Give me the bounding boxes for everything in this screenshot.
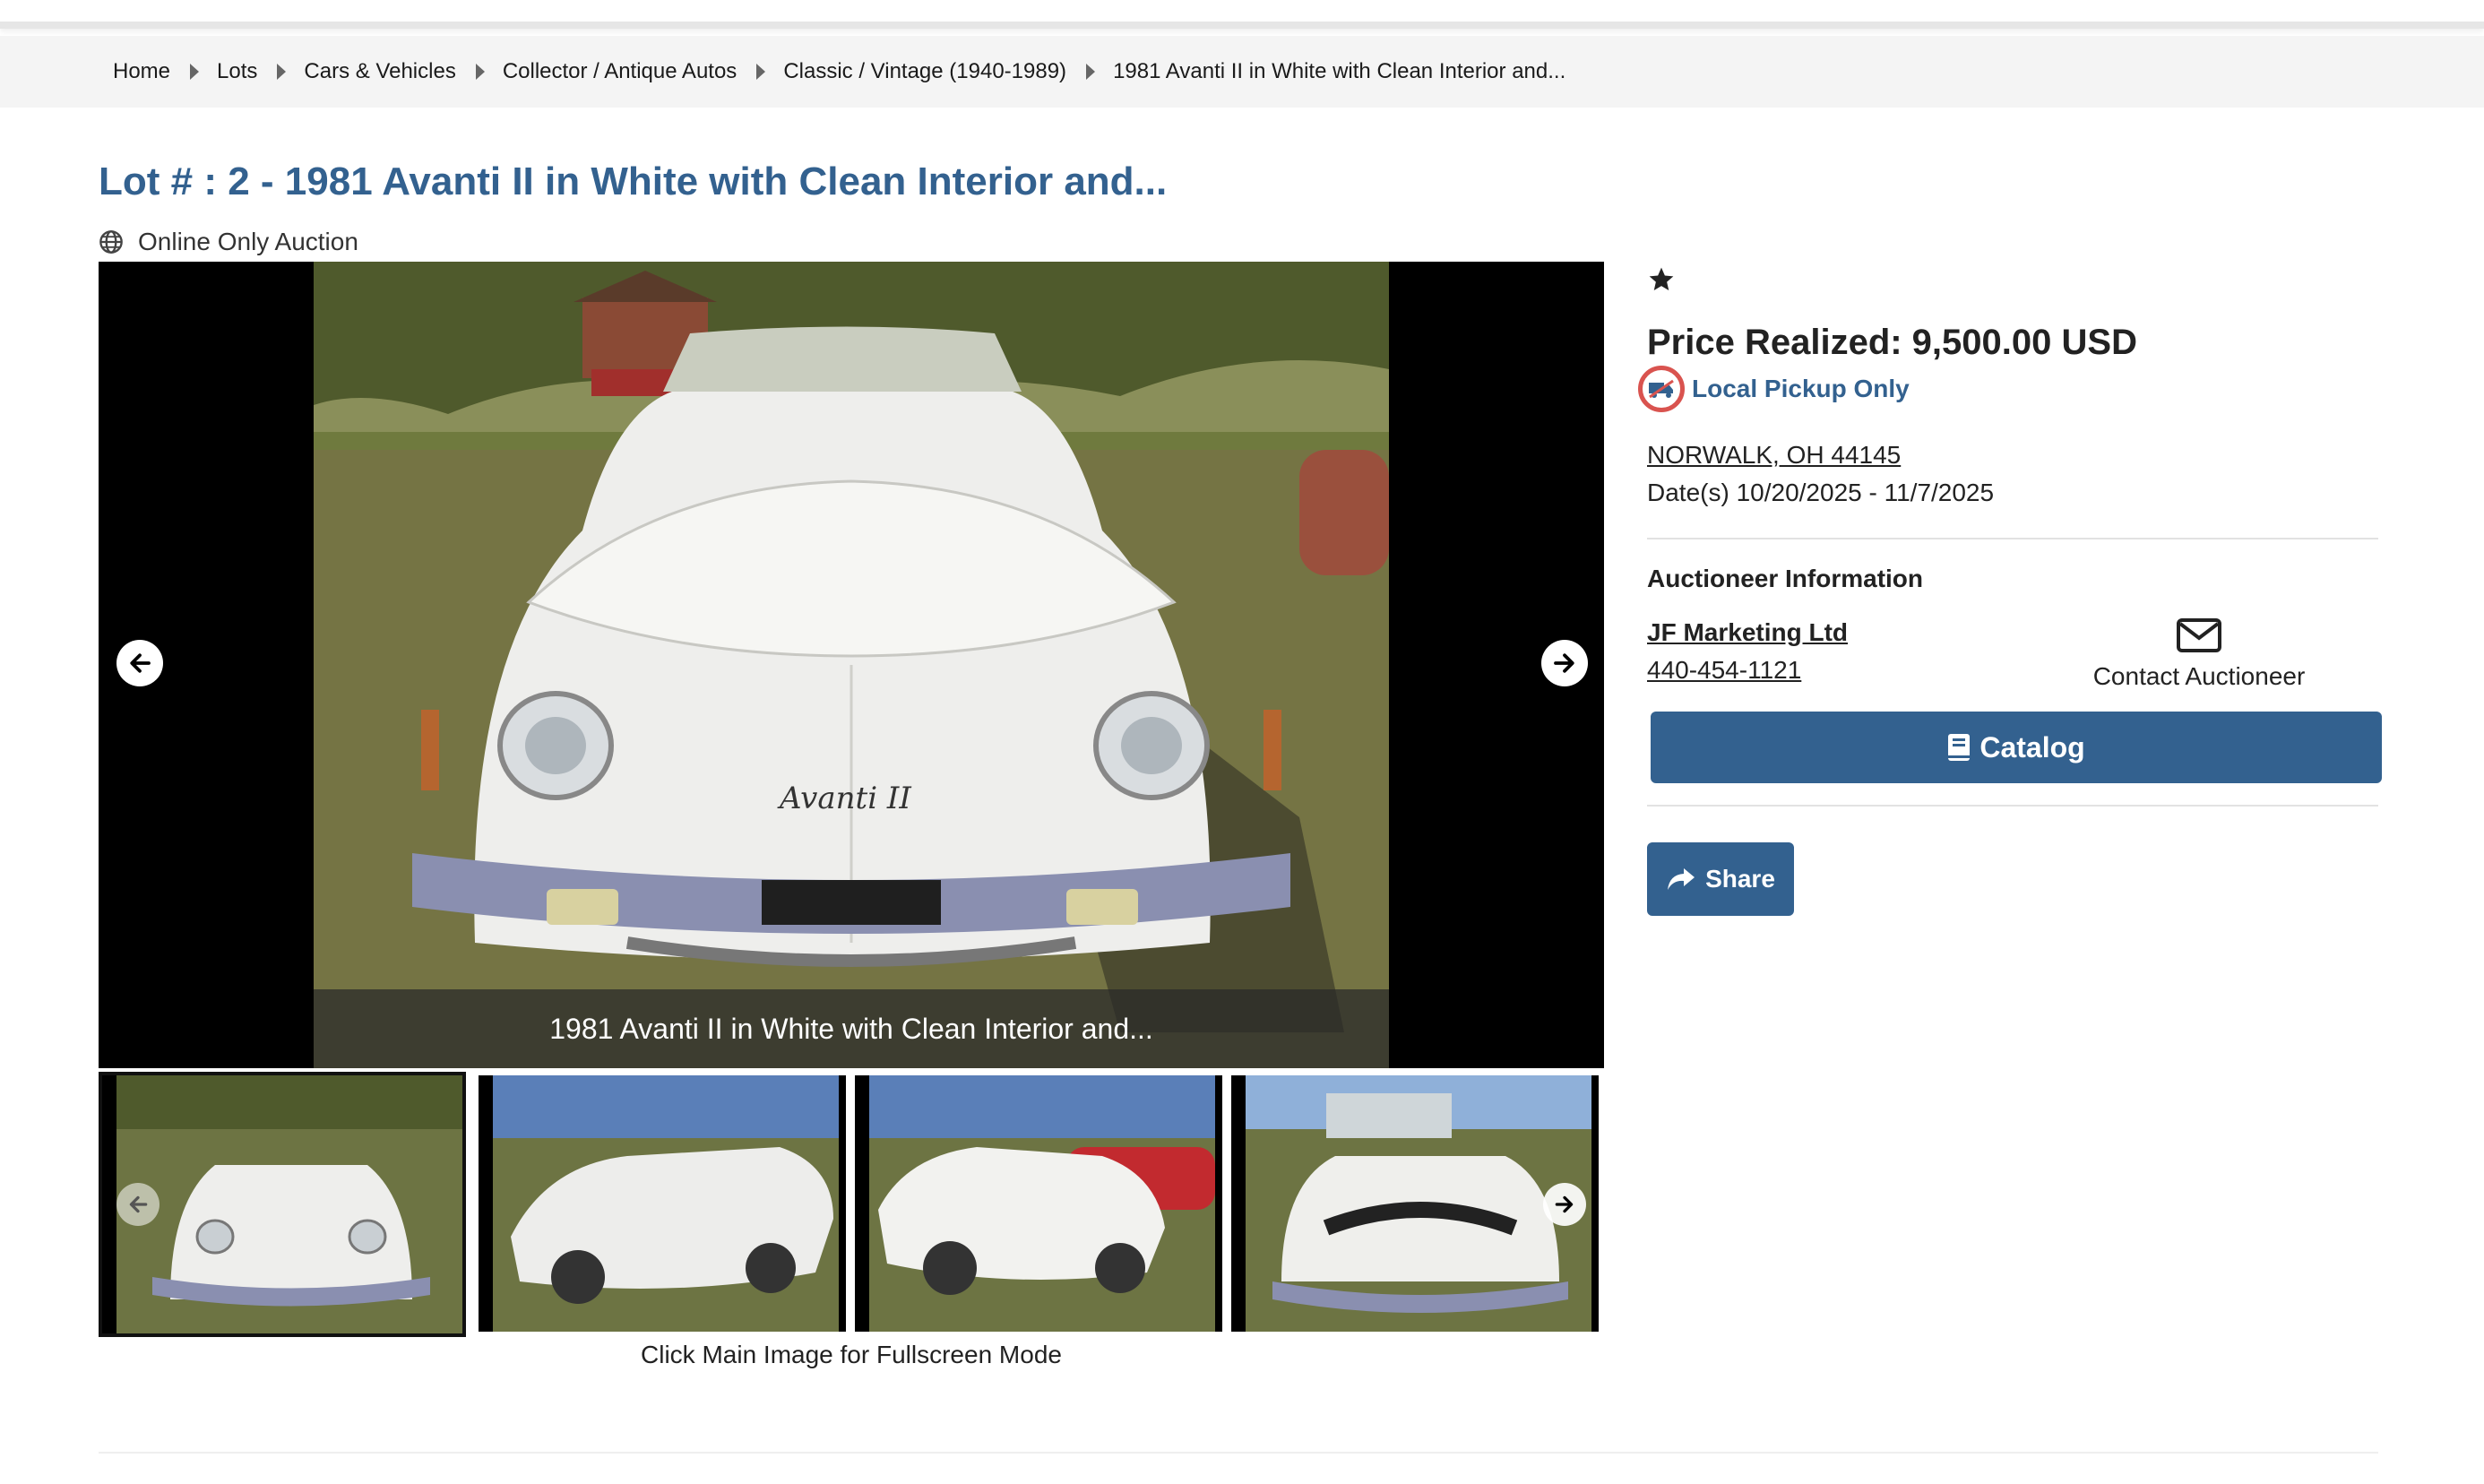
- auction-type: Online Only Auction: [99, 228, 358, 256]
- pickup-notice: Local Pickup Only: [1638, 366, 1910, 412]
- envelope-icon: [2177, 618, 2221, 652]
- thumbnail-prev-button[interactable]: [116, 1183, 160, 1226]
- divider: [1647, 805, 2378, 807]
- thumbnail-3[interactable]: [855, 1075, 1222, 1332]
- breadcrumb-cars-vehicles[interactable]: Cars & Vehicles: [304, 59, 455, 84]
- arrow-right-icon: [1554, 653, 1574, 673]
- globe-icon: [99, 230, 123, 254]
- fullscreen-hint: Click Main Image for Fullscreen Mode: [641, 1341, 1062, 1368]
- chevron-right-icon: [277, 64, 287, 80]
- share-icon: [1668, 868, 1695, 890]
- catalog-button[interactable]: Catalog: [1651, 712, 2382, 783]
- breadcrumb-collector-antique[interactable]: Collector / Antique Autos: [503, 59, 737, 84]
- contact-label: Contact Auctioneer: [2092, 662, 2306, 690]
- main-image-viewer[interactable]: Avanti II 1981 Avanti II in White with C…: [99, 262, 1604, 1068]
- auction-type-label: Online Only Auction: [138, 228, 358, 255]
- thumbnail-strip: [99, 1072, 1604, 1337]
- catalog-label: Catalog: [1979, 730, 2085, 764]
- book-icon: [1948, 734, 1971, 761]
- pickup-label[interactable]: Local Pickup Only: [1692, 375, 1910, 403]
- divider: [1647, 538, 2378, 539]
- contact-auctioneer-button[interactable]: Contact Auctioneer: [2065, 618, 2333, 691]
- divider: [99, 1452, 2378, 1454]
- chevron-right-icon: [475, 64, 485, 80]
- prev-image-button[interactable]: [116, 640, 163, 686]
- next-image-button[interactable]: [1541, 640, 1588, 686]
- breadcrumb-classic-vintage[interactable]: Classic / Vintage (1940-1989): [783, 59, 1066, 84]
- auction-dates: Date(s) 10/20/2025 - 11/7/2025: [1647, 479, 1995, 506]
- auctioneer-phone-link[interactable]: 440-454-1121: [1647, 656, 1801, 685]
- price-realized: Price Realized: 9,500.00 USD: [1647, 323, 2137, 362]
- svg-text:Avanti II: Avanti II: [777, 781, 911, 816]
- breadcrumb-home[interactable]: Home: [113, 59, 170, 84]
- arrow-left-icon: [130, 653, 151, 673]
- arrow-right-icon: [1555, 1195, 1574, 1213]
- breadcrumb-current: 1981 Avanti II in White with Clean Inter…: [1113, 59, 1566, 83]
- share-button[interactable]: Share: [1647, 842, 1794, 916]
- main-photo[interactable]: Avanti II: [314, 262, 1389, 1068]
- location-link[interactable]: NORWALK, OH 44145: [1647, 441, 1901, 470]
- auctioneer-heading: Auctioneer Information: [1647, 565, 1924, 592]
- auctioneer-name-link[interactable]: JF Marketing Ltd: [1647, 618, 1848, 647]
- chevron-right-icon: [756, 64, 766, 80]
- breadcrumb-lots[interactable]: Lots: [217, 59, 257, 84]
- no-shipping-icon: [1638, 366, 1685, 412]
- share-label: Share: [1705, 865, 1775, 893]
- chevron-right-icon: [1086, 64, 1096, 80]
- star-icon[interactable]: [1647, 265, 1676, 294]
- top-bar: [0, 0, 2484, 29]
- image-caption: 1981 Avanti II in White with Clean Inter…: [314, 989, 1389, 1068]
- page-title: Lot # : 2 - 1981 Avanti II in White with…: [99, 160, 1168, 203]
- chevron-right-icon: [190, 64, 200, 80]
- arrow-left-icon: [129, 1195, 148, 1213]
- thumbnail-next-button[interactable]: [1543, 1183, 1586, 1226]
- breadcrumb: Home Lots Cars & Vehicles Collector / An…: [0, 36, 2484, 108]
- thumbnail-2[interactable]: [479, 1075, 846, 1332]
